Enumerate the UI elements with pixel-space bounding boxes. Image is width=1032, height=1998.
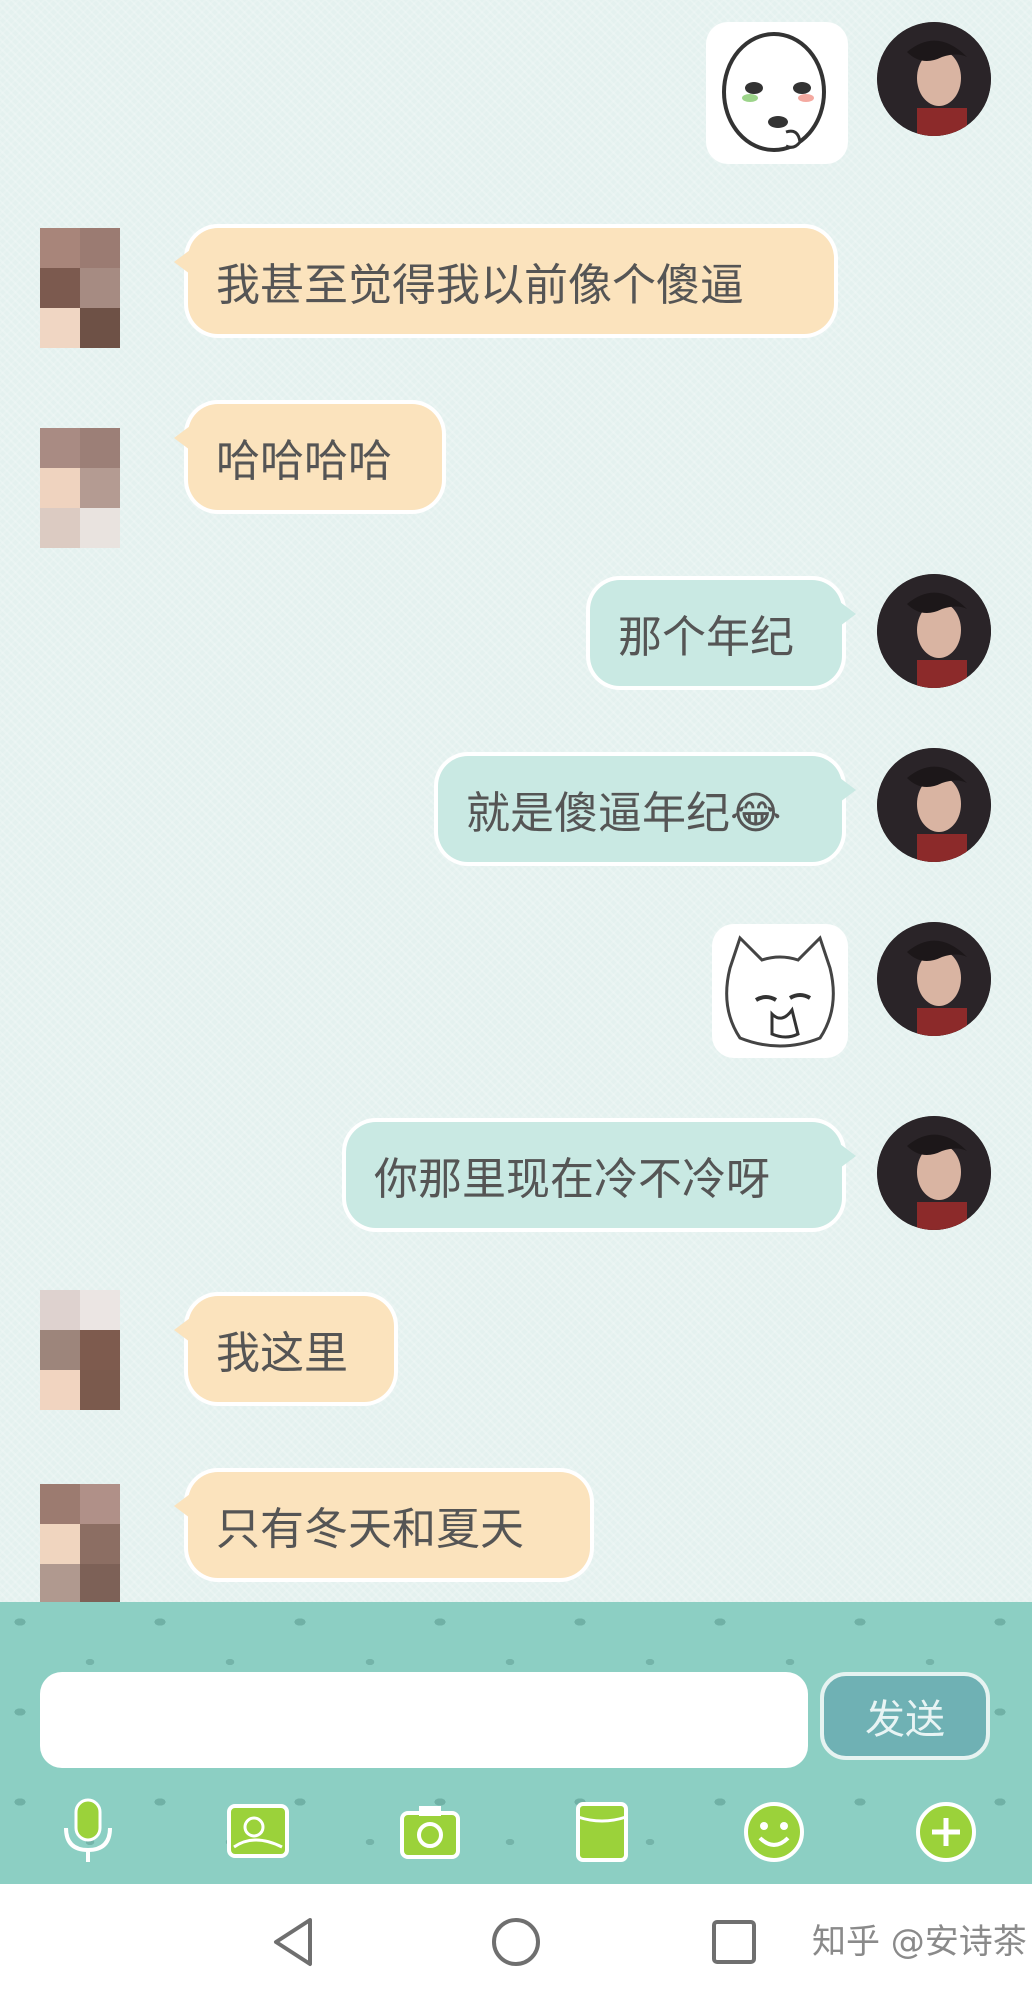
message-text: 我甚至觉得我以前像个傻逼 xyxy=(216,260,744,311)
message-bubble[interactable]: 你那里现在冷不冷呀 xyxy=(346,1122,856,1228)
send-button[interactable]: 发送 xyxy=(820,1672,990,1760)
my-avatar[interactable] xyxy=(877,574,991,688)
message-bubble[interactable]: 我甚至觉得我以前像个傻逼 xyxy=(174,228,834,334)
watermark: 知乎 @安诗茶 xyxy=(812,1922,1027,1962)
image-icon[interactable] xyxy=(224,1798,292,1866)
message-bubble[interactable]: 哈哈哈哈 xyxy=(174,404,442,510)
message-text: 哈哈哈哈 xyxy=(216,436,392,487)
contact-avatar[interactable] xyxy=(40,228,160,348)
contact-avatar[interactable] xyxy=(40,1484,160,1604)
message-text: 你那里现在冷不冷呀 xyxy=(374,1154,770,1205)
face-sticker[interactable] xyxy=(706,22,848,164)
navigation-bar: 知乎 @安诗茶 xyxy=(0,1884,1032,1998)
my-avatar[interactable] xyxy=(877,22,991,136)
contact-avatar[interactable] xyxy=(40,1290,160,1410)
recents-icon[interactable] xyxy=(706,1914,762,1970)
message-bubble[interactable]: 只有冬天和夏天 xyxy=(174,1472,590,1578)
home-icon[interactable] xyxy=(488,1914,544,1970)
my-avatar[interactable] xyxy=(877,1116,991,1230)
back-icon[interactable] xyxy=(266,1914,322,1970)
input-bar: 发送 xyxy=(0,1602,1032,1884)
my-avatar[interactable] xyxy=(877,922,991,1036)
cat-sticker[interactable] xyxy=(712,924,848,1058)
emoji-icon[interactable] xyxy=(740,1798,808,1866)
microphone-icon[interactable] xyxy=(54,1798,122,1866)
message-bubble[interactable]: 我这里 xyxy=(174,1296,394,1402)
chat-area[interactable]: 我甚至觉得我以前像个傻逼 哈哈哈哈 那个年纪 就是傻逼年纪😂 你那里现在冷不冷呀… xyxy=(0,0,1032,1604)
plus-icon[interactable] xyxy=(912,1798,980,1866)
message-text: 那个年纪 xyxy=(618,612,794,663)
message-bubble[interactable]: 就是傻逼年纪😂 xyxy=(438,756,856,862)
message-input[interactable] xyxy=(40,1672,808,1768)
message-text: 我这里 xyxy=(216,1328,348,1379)
camera-icon[interactable] xyxy=(396,1798,464,1866)
message-text: 就是傻逼年纪😂 xyxy=(466,788,782,839)
file-icon[interactable] xyxy=(568,1798,636,1866)
send-label: 发送 xyxy=(865,1697,945,1743)
contact-avatar[interactable] xyxy=(40,428,160,548)
message-text: 只有冬天和夏天 xyxy=(216,1504,524,1555)
message-bubble[interactable]: 那个年纪 xyxy=(590,580,856,686)
my-avatar[interactable] xyxy=(877,748,991,862)
